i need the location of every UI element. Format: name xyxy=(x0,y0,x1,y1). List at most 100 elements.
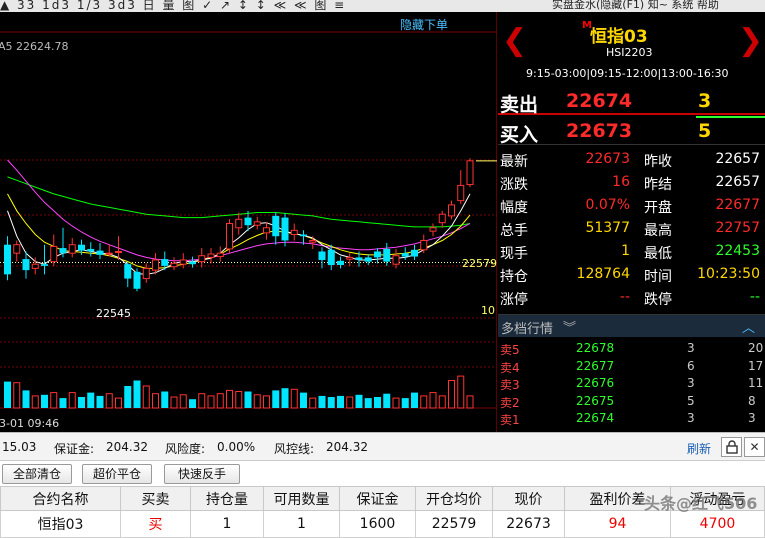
column-header[interactable]: 可用数量 xyxy=(263,486,340,511)
column-header[interactable]: 保证金 xyxy=(339,486,416,511)
candle-body xyxy=(152,259,159,271)
depth-price: 22675 xyxy=(576,393,615,408)
column-header[interactable]: 合约名称 xyxy=(0,486,121,511)
depth-total: 3 xyxy=(748,411,756,425)
bid-row[interactable]: 买入 22673 5 xyxy=(498,118,765,146)
volume-bar xyxy=(337,395,344,408)
depth-total: 20 xyxy=(748,341,764,355)
depth-header[interactable]: 多档行情 ︾ ︿ xyxy=(498,314,765,337)
depth-row[interactable]: 卖1 22674 3 3 xyxy=(498,410,765,428)
stat-label: 跌停 xyxy=(644,292,672,308)
depth-row[interactable]: 卖5 22678 3 20 xyxy=(498,340,765,358)
volume-bar xyxy=(300,392,307,408)
volume-bar xyxy=(429,392,437,409)
column-header[interactable]: 开仓均价 xyxy=(415,486,493,511)
sell-price[interactable]: 22674 xyxy=(566,90,632,112)
volume-bar xyxy=(115,397,122,409)
candle-body xyxy=(142,267,150,280)
stat-value: 16 xyxy=(612,174,630,190)
market-badge: M xyxy=(582,20,592,31)
candle-body xyxy=(78,244,85,251)
table-cell: 1 xyxy=(190,510,264,538)
volume-bar xyxy=(290,388,298,409)
stat-row: 总手 51377 最高 22757 xyxy=(498,218,765,241)
candle-body xyxy=(290,229,298,236)
candle-body xyxy=(87,248,95,252)
candle-body xyxy=(161,259,169,266)
risk-label: 风险度: xyxy=(165,442,206,456)
stat-label: 昨结 xyxy=(644,177,672,193)
quote-panel: ❮ ❯ M 恒指03 HSI2203 9:15-03:00|09:15-12:00… xyxy=(498,12,765,432)
stat-row: 最新 22673 昨收 22657 xyxy=(498,149,765,172)
volume-bar xyxy=(189,399,196,408)
candle-body xyxy=(392,255,400,265)
table-cell: 恒指03 xyxy=(0,510,121,538)
candle-body xyxy=(96,250,104,255)
volume-bar xyxy=(50,392,58,409)
buy-price[interactable]: 22673 xyxy=(566,120,632,142)
lock-icon[interactable] xyxy=(721,437,742,457)
account-status-bar: 15.03 保证金: 204.32 风险度: 0.00% 风控线: 204.32… xyxy=(0,432,765,460)
stat-value: 10:23:50 xyxy=(697,266,760,282)
column-header[interactable]: 现价 xyxy=(492,486,565,511)
candle-body xyxy=(374,251,381,258)
kline-chart-panel[interactable]: 隐藏下单 A5 22624.78 22579 22545 10 3-01 09:… xyxy=(0,12,497,432)
close-all-button[interactable]: 全部清仓 xyxy=(2,464,72,484)
volume-bar xyxy=(272,390,280,408)
depth-label: 卖1 xyxy=(500,413,520,427)
stat-label: 时间 xyxy=(644,269,672,285)
candle-body xyxy=(327,249,335,266)
margin-label: 保证金: xyxy=(54,442,95,456)
column-header[interactable]: 买卖 xyxy=(120,486,191,511)
table-row[interactable]: 恒指03 买 1 1 1600 22579 22673 94 4700 xyxy=(0,510,765,538)
candle-body xyxy=(13,244,21,254)
volume-bar xyxy=(420,395,428,409)
quote-header: ❮ ❯ M 恒指03 HSI2203 9:15-03:00|09:15-12:00… xyxy=(498,12,765,85)
volume-bar xyxy=(457,375,465,409)
volume-bar xyxy=(59,398,67,408)
toolbar-tools[interactable]: ▲ 33 1d3 1/3 3d3 日 量 图 ✓ ↗ ↕ ↕ ≪ ≪ 图 ≡ xyxy=(0,0,346,12)
refresh-button[interactable]: 刷新 xyxy=(687,440,711,457)
risk-value: 0.00% xyxy=(217,440,256,454)
double-chevron-down-icon[interactable]: ︾ xyxy=(563,317,576,336)
kline-chart[interactable]: 隐藏下单 A5 22624.78 22579 22545 10 3-01 09:… xyxy=(0,12,497,432)
over-price-close-button[interactable]: 超价平仓 xyxy=(82,464,152,484)
depth-row[interactable]: 卖3 22676 3 11 xyxy=(498,375,765,393)
margin-value: 204.32 xyxy=(106,440,148,454)
candle-body xyxy=(263,227,270,234)
depth-price: 22676 xyxy=(576,376,615,390)
close-icon[interactable]: ✕ xyxy=(744,437,765,457)
stat-row: 持仓 128764 时间 10:23:50 xyxy=(498,264,765,287)
chevron-right-icon[interactable]: ❯ xyxy=(738,26,763,56)
stat-value: 22453 xyxy=(715,243,760,259)
chevron-up-icon[interactable]: ︿ xyxy=(742,317,755,336)
candle-body xyxy=(207,253,215,258)
quick-reverse-button[interactable]: 快速反手 xyxy=(164,464,240,484)
volume-bar xyxy=(105,393,113,409)
menu-bar[interactable]: 实盘金水(隐藏(F1) 知~ 系统 帮助 xyxy=(552,0,719,12)
volume-bar xyxy=(438,395,446,409)
volume-bar xyxy=(142,385,150,409)
volume-bar xyxy=(374,397,381,408)
stat-label: 最新 xyxy=(500,154,528,170)
volume-bar xyxy=(4,381,11,408)
volume-bar xyxy=(78,397,85,408)
chevron-left-icon[interactable]: ❮ xyxy=(502,26,527,56)
candle-body xyxy=(31,263,39,269)
candle-body xyxy=(133,271,141,289)
sell-label: 卖出 xyxy=(500,94,539,116)
depth-row[interactable]: 卖4 22677 6 17 xyxy=(498,358,765,376)
column-header[interactable]: 持仓量 xyxy=(190,486,264,511)
price-marker-label: 22579 xyxy=(462,257,497,270)
stat-row: 涨停 -- 跌停 -- xyxy=(498,287,765,310)
hide-order-link[interactable]: 隐藏下单 xyxy=(400,18,448,32)
ask-row[interactable]: 卖出 22674 3 xyxy=(498,88,765,116)
stat-row: 涨跌 16 昨结 22657 xyxy=(498,172,765,195)
candle-body xyxy=(235,218,243,229)
depth-total: 8 xyxy=(748,393,756,408)
table-cell: 94 xyxy=(564,510,671,538)
depth-row[interactable]: 卖2 22675 5 8 xyxy=(498,393,765,411)
volume-bar xyxy=(198,393,206,409)
stat-label: 现手 xyxy=(500,246,528,262)
candle-body xyxy=(124,264,132,279)
